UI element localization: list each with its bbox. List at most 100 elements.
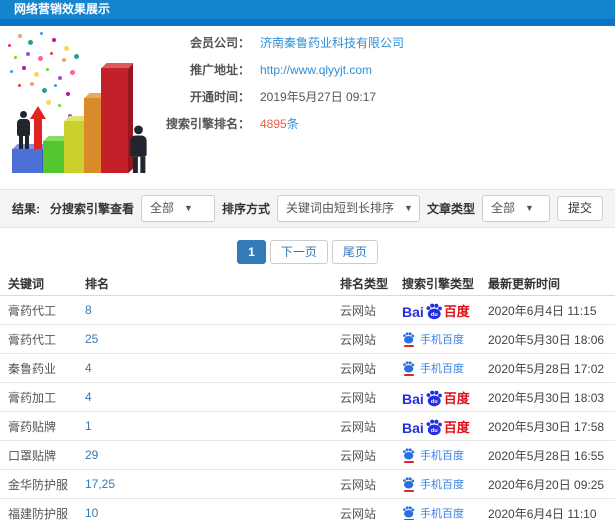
rank-type-cell: 云网站: [340, 303, 377, 318]
svg-text:du: du: [431, 399, 438, 405]
keyword-cell: 秦鲁药业: [8, 361, 57, 376]
rank-link[interactable]: 1: [85, 419, 340, 433]
info-row-open-time: 开通时间： 2019年5月27日 09:17: [150, 84, 404, 111]
next-page-button[interactable]: 下一页: [269, 240, 328, 264]
open-time-label: 开通时间：: [189, 90, 250, 104]
rank-link[interactable]: 25: [85, 332, 340, 346]
updated-cell: 2020年5月30日 18:06: [488, 332, 605, 347]
updated-cell: 2020年5月28日 16:55: [488, 448, 605, 463]
keyword-cell: 膏药代工: [8, 332, 57, 347]
page-title: 网络营销效果展示: [0, 0, 615, 19]
rank-link[interactable]: 4: [85, 390, 340, 404]
updated-cell: 2020年6月20日 09:25: [488, 477, 605, 492]
table-row: 膏药加工 4 云网站 Bai du 百度 2020年5月30日 18:03: [0, 383, 615, 412]
bar-blue: [12, 149, 42, 173]
rank-type-cell: 云网站: [340, 390, 377, 405]
baidu-bai-text: Bai: [402, 419, 424, 436]
keyword-cell: 膏药加工: [8, 390, 57, 405]
updated-cell: 2020年6月4日 11:10: [488, 506, 597, 520]
rank-type-cell: 云网站: [340, 361, 377, 376]
sort-label: 排序方式: [222, 202, 271, 216]
last-page-button[interactable]: 尾页: [331, 240, 378, 264]
keyword-cell: 膏药贴牌: [8, 419, 57, 434]
pagination: 1 下一页 尾页: [0, 240, 615, 264]
table-header-row: 关键词 排名 排名类型 搜索引擎类型 最新更新时间: [0, 272, 615, 296]
caret-down-icon: ▼: [525, 203, 534, 213]
mobile-baidu-label: 手机百度: [420, 334, 464, 346]
table-row: 福建防护服 10 云网站 Bai du 百度: [0, 499, 615, 520]
sort-select[interactable]: 关键词由短到长排序 ▼: [277, 195, 420, 222]
rank-link[interactable]: 4: [85, 361, 340, 375]
table-row: 金华防护服 17,25 云网站 Bai du 百度: [0, 470, 615, 499]
engine-cell: Bai du 百度: [402, 301, 488, 320]
promo-url-link[interactable]: http://www.qlyyjt.com: [260, 57, 372, 84]
member-info-panel: 会员公司： 济南秦鲁药业科技有限公司 推广地址： http://www.qlyy…: [150, 30, 404, 138]
keyword-cell: 口罩贴牌: [8, 448, 57, 463]
mobile-baidu-label: 手机百度: [420, 450, 464, 462]
baidu-bai-text: Bai: [402, 303, 424, 320]
rank-type-cell: 云网站: [340, 477, 377, 492]
bar-chart-illustration: [0, 26, 170, 185]
baidu-paw-icon: [402, 505, 415, 520]
baidu-cn-text: 百度: [443, 303, 470, 319]
filter-bar: 结果: 分搜索引擎查看 全部 ▼ 排序方式 关键词由短到长排序 ▼ 文章类型 全…: [0, 189, 615, 228]
keyword-cell: 金华防护服: [8, 477, 69, 492]
table-row: 秦鲁药业 4 云网站 Bai du 百度: [0, 354, 615, 383]
rank-link[interactable]: 17,25: [85, 477, 340, 491]
marketing-report-page: 网络营销效果展示 会员公司： 济南秦鲁药业科技有限公司 推广地址： http:/…: [0, 0, 615, 520]
rank-unit: 条: [286, 117, 299, 131]
baidu-mobile-logo: 手机百度: [402, 331, 464, 347]
baidu-cn-text: 百度: [443, 419, 470, 435]
article-type-select[interactable]: 全部 ▼: [481, 195, 550, 222]
mobile-baidu-label: 手机百度: [420, 363, 464, 375]
rank-type-cell: 云网站: [340, 448, 377, 463]
baidu-bai-text: Bai: [402, 390, 424, 407]
rank-link[interactable]: 29: [85, 448, 340, 462]
info-row-url: 推广地址： http://www.qlyyjt.com: [150, 57, 404, 84]
rank-link[interactable]: 10: [85, 506, 340, 520]
baidu-paw-icon: [402, 447, 415, 463]
keyword-cell: 膏药代工: [8, 303, 57, 318]
sort-value: 关键词由短到长排序: [286, 201, 395, 215]
engine-filter-value: 全部: [150, 201, 175, 215]
engine-filter-select[interactable]: 全部 ▼: [141, 195, 216, 222]
businessman-right: [130, 125, 147, 173]
rank-link[interactable]: 8: [85, 303, 340, 317]
businessman-left: [17, 111, 30, 149]
table-row: 膏药代工 8 云网站 Bai du 百度 2020年6月4日 11:15: [0, 296, 615, 325]
keyword-rank-table: 关键词 排名 排名类型 搜索引擎类型 最新更新时间 膏药代工 8 云网站 Bai…: [0, 272, 615, 520]
submit-button[interactable]: 提交: [556, 196, 603, 221]
updated-cell: 2020年5月28日 17:02: [488, 361, 605, 376]
header-rank-type: 排名类型: [340, 277, 389, 291]
table-row: 膏药代工 25 云网站 Bai du 百度: [0, 325, 615, 354]
company-link[interactable]: 济南秦鲁药业科技有限公司: [260, 30, 404, 57]
header-keyword: 关键词: [8, 277, 45, 291]
engine-cell: Bai du 百度: [402, 360, 488, 376]
baidu-mobile-logo: 手机百度: [402, 447, 464, 463]
bar-red: [101, 68, 128, 173]
engine-filter-label: 分搜索引擎查看: [50, 202, 135, 216]
baidu-paw-icon: du: [426, 419, 442, 435]
baidu-paw-icon: du: [426, 303, 442, 319]
promo-url-label: 推广地址：: [189, 63, 250, 77]
svg-text:du: du: [431, 428, 438, 434]
engine-cell: Bai du 百度: [402, 331, 488, 347]
header-engine-type: 搜索引擎类型: [402, 277, 475, 291]
info-row-rank-count: 搜索引擎排名： 4895条: [150, 111, 404, 138]
page-1-button[interactable]: 1: [237, 240, 266, 264]
header-updated: 最新更新时间: [488, 277, 561, 291]
baidu-paw-icon: [402, 476, 415, 492]
baidu-paw-icon: [402, 360, 415, 376]
baidu-pc-logo: Bai du 百度: [402, 388, 470, 407]
keyword-cell: 福建防护服: [8, 506, 69, 520]
header-rank: 排名: [85, 277, 110, 291]
engine-cell: Bai du 百度: [402, 447, 488, 463]
up-arrow-icon: [30, 106, 46, 149]
engine-cell: Bai du 百度: [402, 388, 488, 407]
baidu-mobile-logo: 手机百度: [402, 505, 464, 520]
engine-rank-label: 搜索引擎排名：: [165, 117, 250, 131]
open-time-value: 2019年5月27日 09:17: [260, 90, 377, 104]
result-label: 结果:: [12, 202, 40, 216]
baidu-cn-text: 百度: [443, 390, 470, 406]
filter-controls: 分搜索引擎查看 全部 ▼ 排序方式 关键词由短到长排序 ▼ 文章类型 全部 ▼ …: [50, 195, 603, 222]
